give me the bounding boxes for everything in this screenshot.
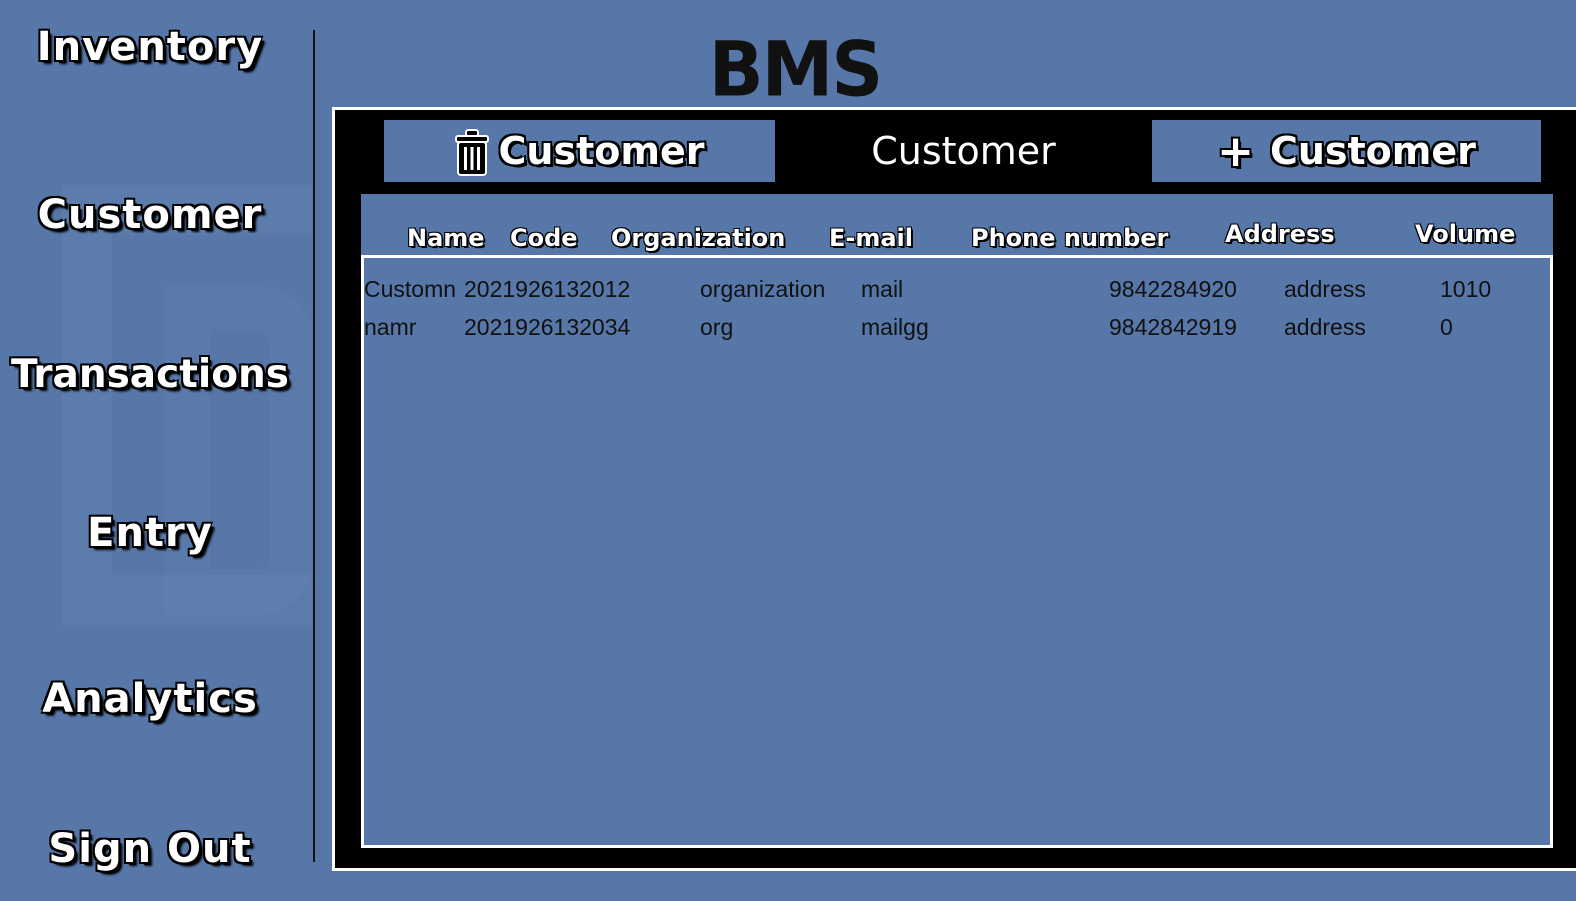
sidebar-item-inventory[interactable]: Inventory [0, 24, 300, 70]
tab-delete-label: Customer [498, 129, 705, 173]
plus-icon: + [1217, 125, 1254, 177]
sidebar-item-transactions[interactable]: Transactions [0, 352, 300, 397]
sidebar-item-customer[interactable]: Customer [0, 192, 300, 238]
sidebar-item-entry[interactable]: Entry [0, 510, 300, 556]
cell-phone: 9842284920 [1109, 276, 1237, 302]
cell-phone: 9842842919 [1109, 314, 1237, 340]
tab-view-customer[interactable]: Customer [775, 120, 1152, 182]
column-header-address[interactable]: Address [1225, 220, 1335, 248]
background-watermark [62, 185, 312, 625]
tab-delete-customer[interactable]: Customer [384, 120, 775, 182]
cell-code: 2021926132012 [464, 276, 631, 302]
table-row[interactable]: Customn 2021926132012 organization mail … [364, 270, 1550, 306]
customer-table: Name Code Organization E-mail Phone numb… [361, 194, 1553, 848]
column-header-organization[interactable]: Organization [611, 224, 785, 252]
column-header-code[interactable]: Code [510, 224, 578, 252]
cell-name: namr [364, 314, 417, 340]
cell-address: address [1284, 276, 1366, 302]
cell-email: mail [861, 276, 904, 302]
sidebar-divider [313, 30, 315, 862]
sidebar-item-sign-out[interactable]: Sign Out [0, 826, 300, 872]
column-header-email[interactable]: E-mail [829, 224, 913, 252]
background-watermark-inner [165, 285, 315, 615]
column-header-volume[interactable]: Volume [1415, 220, 1515, 248]
cell-volume: 1010 [1440, 276, 1492, 302]
cell-code: 2021926132034 [464, 314, 631, 340]
cell-organization: organization [700, 276, 826, 302]
cell-name: Customn [364, 276, 457, 302]
column-header-phone[interactable]: Phone number [971, 224, 1168, 252]
cell-address: address [1284, 314, 1366, 340]
cell-organization: org [700, 314, 734, 340]
table-row[interactable]: namr 2021926132034 org mailgg 9842842919… [364, 308, 1550, 344]
cell-volume: 0 [1440, 314, 1453, 340]
tab-view-label: Customer [871, 129, 1056, 173]
app-logo: BMS [708, 24, 883, 114]
tab-add-label: Customer [1269, 129, 1476, 173]
tab-add-customer[interactable]: + Customer [1152, 120, 1541, 182]
column-header-name[interactable]: Name [407, 224, 485, 252]
cell-email: mailgg [861, 314, 929, 340]
table-body: Customn 2021926132012 organization mail … [361, 258, 1553, 848]
table-header: Name Code Organization E-mail Phone numb… [361, 194, 1553, 258]
trash-icon [454, 129, 489, 177]
sidebar-item-analytics[interactable]: Analytics [0, 676, 300, 722]
